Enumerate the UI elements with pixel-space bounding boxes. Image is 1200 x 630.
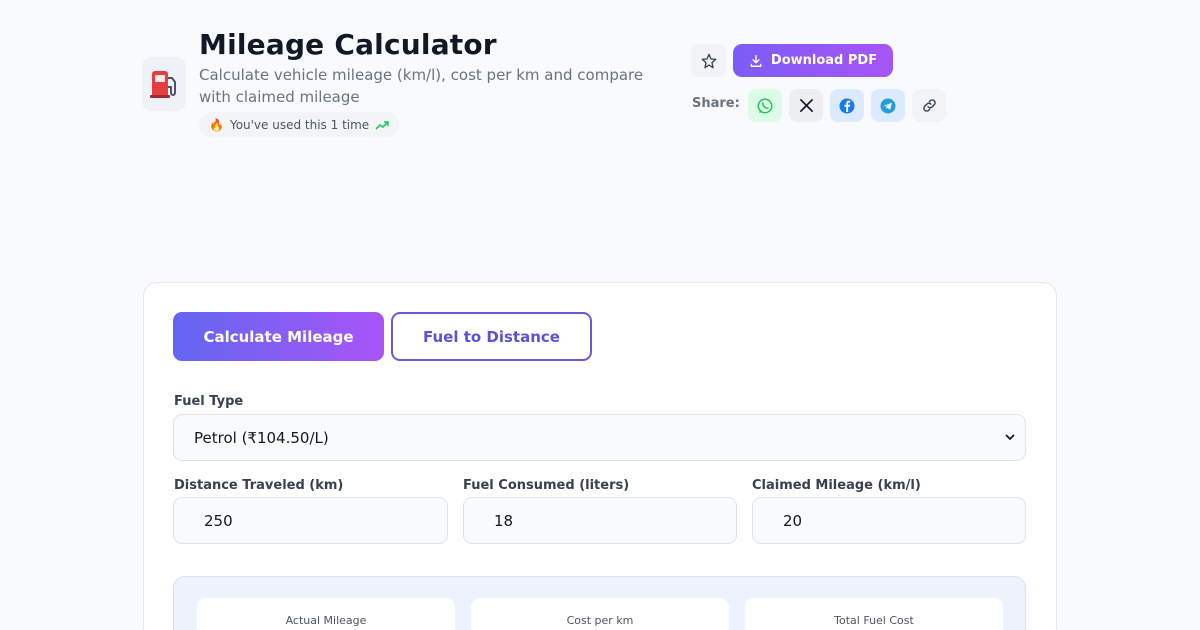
page-subtitle: Calculate vehicle mileage (km/l), cost p… bbox=[199, 66, 644, 106]
share-telegram-button[interactable] bbox=[871, 89, 905, 122]
claimed-mileage-input[interactable]: 20 bbox=[752, 497, 1026, 544]
fuel-consumed-label: Fuel Consumed (liters) bbox=[463, 478, 630, 493]
result-cost-per-km: Cost per km bbox=[471, 598, 729, 630]
fuel-type-value: Petrol (₹104.50/L) bbox=[194, 428, 329, 447]
copy-link-button[interactable] bbox=[912, 89, 946, 122]
fire-icon: 🔥 bbox=[209, 117, 224, 132]
result-actual-mileage: Actual Mileage bbox=[197, 598, 455, 630]
usage-badge: 🔥 You've used this 1 time bbox=[199, 112, 400, 137]
page-title: Mileage Calculator bbox=[199, 28, 497, 61]
favorite-button[interactable] bbox=[691, 44, 726, 77]
whatsapp-icon bbox=[757, 98, 773, 113]
trending-up-icon bbox=[375, 120, 389, 130]
tab-calculate-mileage[interactable]: Calculate Mileage bbox=[173, 312, 384, 361]
fuel-type-select[interactable]: Petrol (₹104.50/L) bbox=[173, 414, 1026, 461]
fuel-type-label: Fuel Type bbox=[174, 394, 244, 409]
tab-fuel-to-distance[interactable]: Fuel to Distance bbox=[391, 312, 592, 361]
chevron-down-icon bbox=[1005, 431, 1015, 444]
link-icon bbox=[922, 99, 936, 112]
distance-label: Distance Traveled (km) bbox=[174, 478, 344, 493]
share-whatsapp-button[interactable] bbox=[748, 89, 782, 122]
facebook-icon bbox=[839, 98, 855, 113]
share-x-button[interactable] bbox=[789, 89, 823, 122]
distance-input[interactable]: 250 bbox=[173, 497, 448, 544]
x-logo-icon bbox=[799, 99, 813, 112]
share-label: Share: bbox=[692, 96, 740, 111]
fuel-consumed-input[interactable]: 18 bbox=[463, 497, 737, 544]
star-icon bbox=[701, 53, 716, 68]
download-pdf-button[interactable]: Download PDF bbox=[733, 44, 893, 77]
usage-text: You've used this 1 time bbox=[229, 117, 370, 132]
download-icon bbox=[750, 54, 762, 67]
share-facebook-button[interactable] bbox=[830, 89, 864, 122]
telegram-icon bbox=[880, 98, 896, 113]
fuel-pump-icon bbox=[142, 57, 186, 111]
result-total-fuel-cost: Total Fuel Cost bbox=[745, 598, 1003, 630]
download-pdf-label: Download PDF bbox=[770, 53, 878, 68]
claimed-mileage-label: Claimed Mileage (km/l) bbox=[752, 478, 921, 493]
